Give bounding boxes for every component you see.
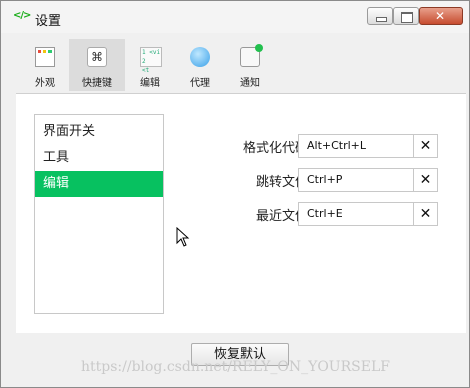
tab-label: 快捷键 xyxy=(82,78,112,89)
minimize-button[interactable] xyxy=(367,7,393,25)
shortcut-row-format: 格式化代码 Alt+Ctrl+L ✕ xyxy=(166,134,456,158)
footer: 恢复默认 https://blog.csdn.net/RELY_ON_YOURS… xyxy=(1,333,469,387)
settings-window: </> 设置 外观 ⌘ 快捷键 1 <vi2 <t 编辑 代理 通知 界面开关 xyxy=(0,0,470,388)
list-item-edit[interactable]: 编辑 xyxy=(35,171,163,197)
shortcut-input[interactable]: Ctrl+E xyxy=(298,202,414,226)
shortcut-row-goto-file: 跳转文件 Ctrl+P ✕ xyxy=(166,168,456,192)
settings-content: 界面开关 工具 编辑 格式化代码 Alt+Ctrl+L ✕ 跳转文件 Ctrl+… xyxy=(16,93,466,333)
title-bar: </> 设置 xyxy=(1,1,469,33)
shortcut-row-recent-files: 最近文件 Ctrl+E ✕ xyxy=(166,202,456,226)
code-edit-icon: 1 <vi 2 <t xyxy=(140,47,162,74)
appearance-icon xyxy=(35,47,55,67)
tab-proxy[interactable]: 代理 xyxy=(172,39,228,91)
tab-shortcuts[interactable]: ⌘ 快捷键 xyxy=(69,39,125,91)
settings-toolbar: 外观 ⌘ 快捷键 1 <vi 2 <t 编辑 代理 通知 xyxy=(13,39,461,91)
globe-icon xyxy=(190,47,210,67)
tab-appearance[interactable]: 外观 xyxy=(17,39,73,91)
notification-icon xyxy=(240,44,263,67)
clear-shortcut-button[interactable]: ✕ xyxy=(414,168,438,192)
list-item-ui-switch[interactable]: 界面开关 xyxy=(35,119,163,145)
clear-shortcut-button[interactable]: ✕ xyxy=(414,202,438,226)
shortcut-input[interactable]: Alt+Ctrl+L xyxy=(298,134,414,158)
window-title: 设置 xyxy=(35,14,62,29)
tab-label: 通知 xyxy=(240,78,260,89)
tab-notify[interactable]: 通知 xyxy=(222,39,278,91)
app-logo-icon: </> xyxy=(13,10,31,21)
shortcut-key-icon: ⌘ xyxy=(87,47,107,67)
tab-label: 代理 xyxy=(190,78,210,89)
watermark: https://blog.csdn.net/RELY_ON_YOURSELF xyxy=(81,359,390,375)
tab-edit[interactable]: 1 <vi 2 <t 编辑 xyxy=(122,39,178,91)
tab-label: 编辑 xyxy=(140,78,160,89)
clear-shortcut-button[interactable]: ✕ xyxy=(414,134,438,158)
shortcut-input[interactable]: Ctrl+P xyxy=(298,168,414,192)
mouse-cursor-icon xyxy=(176,227,190,247)
list-item-tools[interactable]: 工具 xyxy=(35,145,163,171)
maximize-button[interactable] xyxy=(393,7,419,25)
category-list: 界面开关 工具 编辑 xyxy=(34,114,164,314)
close-button[interactable] xyxy=(419,7,463,25)
tab-label: 外观 xyxy=(35,78,55,89)
